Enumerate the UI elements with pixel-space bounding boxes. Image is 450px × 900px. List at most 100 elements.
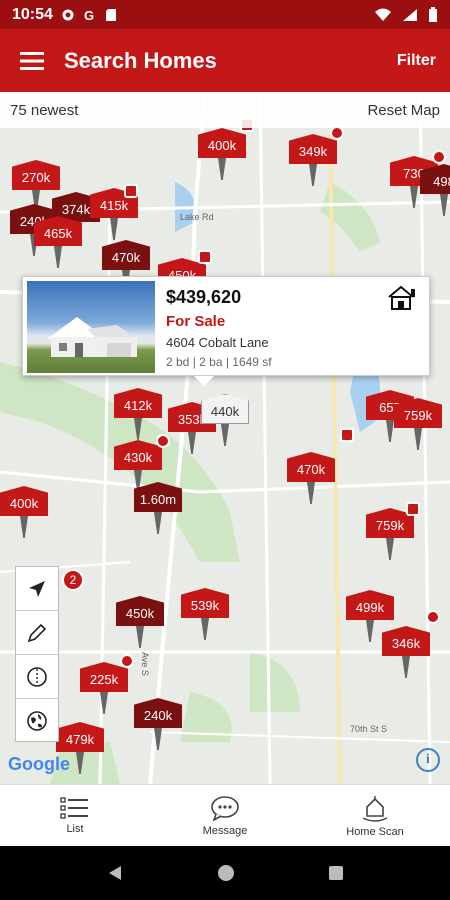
settings-icon — [62, 9, 74, 20]
google-logo-text: Google — [8, 754, 70, 774]
pin-stem — [309, 164, 317, 186]
pin-label: 470k — [287, 452, 335, 482]
pin-stem — [110, 218, 118, 240]
pin-label: 400k — [0, 486, 48, 516]
pin-label: 346k — [382, 626, 430, 656]
pin-stem — [221, 424, 229, 446]
house-photo-icon — [47, 317, 137, 357]
calendar-icon[interactable] — [406, 502, 420, 516]
nav-message[interactable]: Message — [150, 785, 300, 846]
listing-count: 75 newest — [10, 101, 79, 119]
price-pin[interactable]: 400k — [0, 486, 48, 540]
pin-stem — [366, 620, 374, 642]
price-pin[interactable]: 539k — [181, 588, 229, 642]
pin-stem — [76, 752, 84, 774]
map-tools — [15, 566, 59, 742]
pin-label: 240k — [134, 698, 182, 728]
calendar-icon[interactable] — [340, 428, 354, 442]
pin-label: 412k — [114, 388, 162, 418]
road-layer-button[interactable] — [16, 655, 58, 699]
home-icon[interactable] — [217, 864, 235, 882]
price-pin[interactable]: 465k — [34, 216, 82, 270]
calendar-icon[interactable] — [198, 250, 212, 264]
draw-button[interactable] — [16, 611, 58, 655]
reset-map-button[interactable]: Reset Map — [367, 102, 440, 119]
price-pin[interactable]: 759k — [394, 398, 442, 452]
chat-bubble-icon — [211, 795, 239, 821]
pin-stem — [440, 194, 448, 216]
pin-label: 430k — [114, 440, 162, 470]
price-pin[interactable]: 240k — [134, 698, 182, 752]
pin-label: 349k — [289, 134, 337, 164]
listing-popup[interactable]: $439,620 For Sale 4604 Cobalt Lane 2 bd … — [22, 276, 430, 376]
new-listing-dot[interactable] — [432, 150, 446, 164]
listing-status: For Sale — [166, 313, 226, 330]
app-bar: Search Homes Filter — [0, 29, 450, 92]
price-pin[interactable]: 400k — [198, 128, 246, 182]
pin-label: 450k — [116, 596, 164, 626]
listing-price: $439,620 — [166, 287, 242, 307]
status-time: 10:54 — [12, 5, 53, 23]
wifi-icon — [375, 8, 391, 21]
price-pin[interactable]: 498 — [420, 164, 450, 218]
navigation-arrow-icon — [29, 580, 45, 597]
price-pin[interactable]: 349k — [289, 134, 337, 188]
listing-details: 2 bd | 2 ba | 1649 sf — [166, 355, 272, 369]
price-pin[interactable]: 1.60m — [134, 482, 182, 536]
pencil-icon — [27, 623, 47, 642]
price-pin[interactable]: 225k — [80, 662, 128, 716]
pin-stem — [154, 512, 162, 534]
pin-label: 479k — [56, 722, 104, 752]
price-pin[interactable]: 412k — [114, 388, 162, 442]
app-root: 10:54 G Search Homes Filter Lake Rd Ave … — [0, 0, 450, 900]
home-scan-icon — [362, 795, 388, 822]
pin-stem — [54, 246, 62, 268]
price-pin-selected[interactable]: 440k — [201, 394, 249, 448]
pin-label: 499k — [346, 590, 394, 620]
back-icon[interactable] — [106, 864, 124, 882]
locate-button[interactable] — [16, 567, 58, 611]
menu-button[interactable] — [0, 29, 64, 92]
pin-stem — [410, 186, 418, 208]
popup-pointer — [194, 376, 214, 386]
house-type-icon — [388, 285, 415, 310]
nav-message-label: Message — [202, 824, 248, 837]
svg-text:Ave S: Ave S — [140, 652, 150, 676]
new-listing-dot[interactable] — [156, 434, 170, 448]
cluster-badge[interactable]: 2 — [62, 569, 84, 591]
recents-icon[interactable] — [328, 865, 344, 881]
listing-photo — [27, 281, 155, 373]
new-listing-dot[interactable] — [330, 126, 344, 140]
price-pin[interactable]: 470k — [287, 452, 335, 506]
signal-icon — [403, 8, 417, 21]
status-left: 10:54 G — [12, 6, 117, 24]
calendar-icon[interactable] — [124, 184, 138, 198]
status-right — [374, 6, 438, 23]
nav-list[interactable]: List — [0, 785, 150, 846]
pin-stem — [402, 656, 410, 678]
pin-stem — [386, 538, 394, 560]
satellite-layer-button[interactable] — [16, 699, 58, 743]
new-listing-dot[interactable] — [426, 610, 440, 624]
road-icon — [27, 666, 47, 687]
price-pin[interactable]: 759k — [366, 508, 414, 562]
pin-label: 759k — [394, 398, 442, 428]
page-title: Search Homes — [64, 47, 217, 73]
pin-label: 498 — [420, 164, 450, 194]
map-view[interactable]: Lake Rd Ave S 70th St S 75 newest Reset … — [0, 92, 450, 784]
nav-list-label: List — [66, 822, 84, 835]
filter-button[interactable]: Filter — [397, 52, 436, 70]
info-icon[interactable]: i — [416, 748, 440, 772]
status-bar: 10:54 G — [0, 0, 450, 29]
price-pin[interactable]: 450k — [116, 596, 164, 650]
listing-address: 4604 Cobalt Lane — [166, 335, 269, 350]
new-listing-dot[interactable] — [120, 654, 134, 668]
nav-home-scan[interactable]: Home Scan — [300, 785, 450, 846]
battery-icon — [429, 6, 437, 22]
price-pin[interactable]: 346k — [382, 626, 430, 680]
pin-stem — [201, 618, 209, 640]
pin-stem — [188, 432, 196, 454]
pin-label: 225k — [80, 662, 128, 692]
pin-label: 539k — [181, 588, 229, 618]
system-navigation-bar — [0, 846, 450, 900]
